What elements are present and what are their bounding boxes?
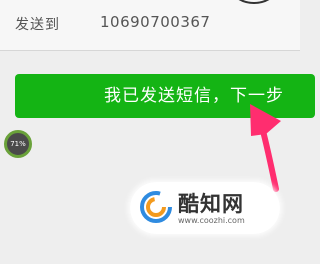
watermark-badge: 酷知网 www.coozhi.com bbox=[130, 182, 280, 234]
watermark-url: www.coozhi.com bbox=[178, 216, 245, 225]
send-to-label: 发送到 bbox=[15, 17, 60, 33]
avatar bbox=[223, 0, 285, 4]
recipient-panel: 发送到 10690700367 bbox=[0, 0, 300, 51]
watermark-name: 酷知网 bbox=[178, 192, 244, 216]
sent-sms-next-button[interactable]: 我已发送短信，下一步 bbox=[15, 74, 315, 118]
coozhi-logo-icon bbox=[140, 191, 172, 223]
progress-indicator: 71% bbox=[4, 130, 32, 158]
send-to-number: 10690700367 bbox=[100, 13, 211, 31]
